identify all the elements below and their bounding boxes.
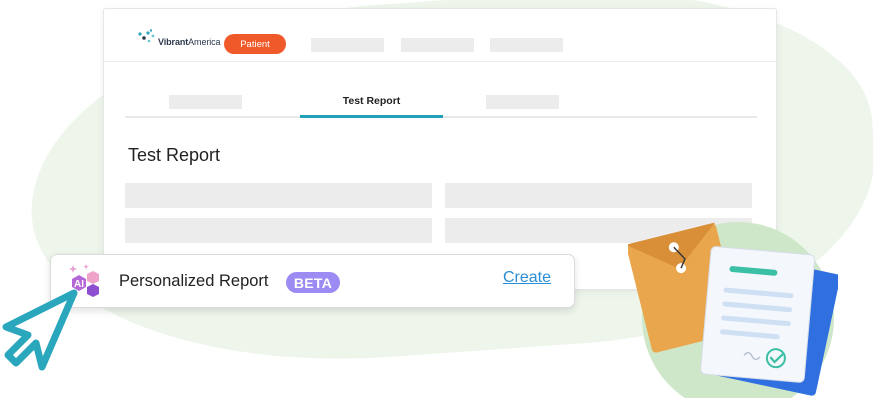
pointer-cursor-icon [2,289,78,371]
logo-mark-icon [138,29,155,43]
personalized-report-card: AI Personalized Report BETA Create [50,254,575,308]
nav-placeholder [401,38,474,52]
logo-bold: Vibrant [158,37,189,47]
beta-badge: BETA [286,272,340,293]
tab-placeholder [486,95,559,109]
page-title: Test Report [128,145,221,165]
content-placeholder [125,218,432,243]
top-bar: VibrantAmerica Patient [104,9,776,62]
content-placeholder [125,183,432,208]
vibrant-america-logo[interactable]: VibrantAmerica [137,29,221,47]
tab-test-report[interactable]: Test Report [300,95,443,107]
nav-placeholder [311,38,384,52]
patient-button[interactable]: Patient [224,34,286,54]
create-link[interactable]: Create [503,269,551,287]
documents-illustration [628,222,838,398]
content-placeholder [445,183,752,208]
tab-placeholder [169,95,242,109]
active-tab-underline [300,115,443,118]
nav-placeholder [490,38,563,52]
report-label: Personalized Report [119,272,269,290]
logo-rest: America [188,37,221,47]
